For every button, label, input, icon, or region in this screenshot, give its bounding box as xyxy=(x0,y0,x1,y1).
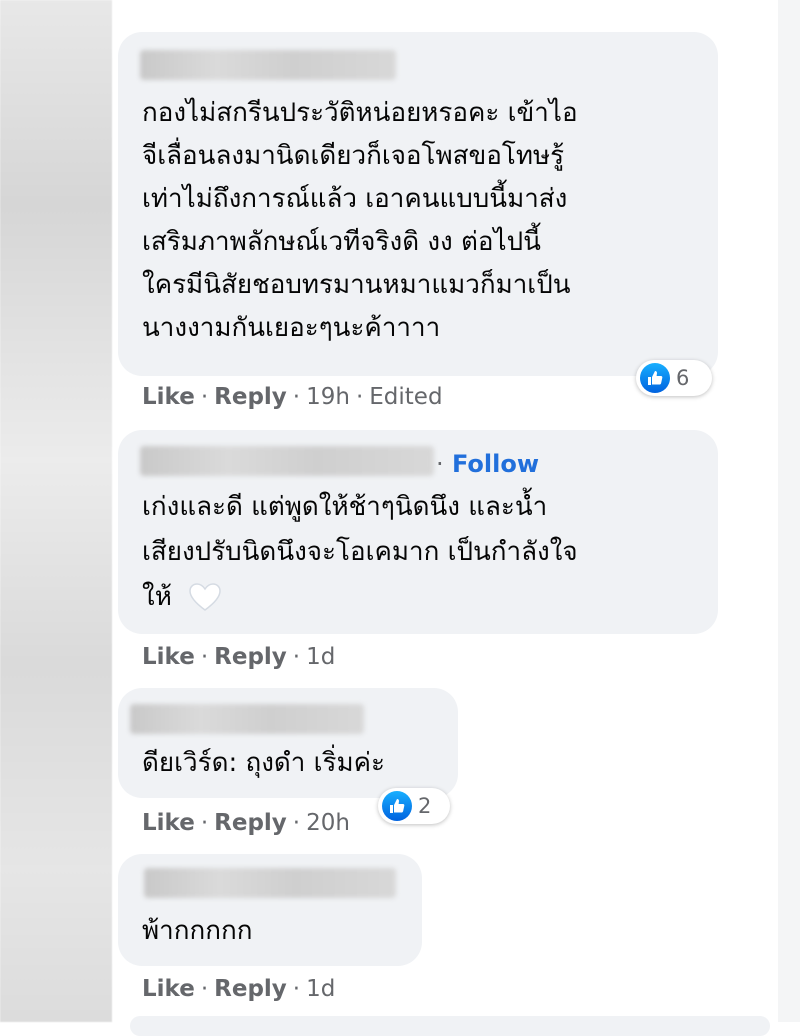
comment-text-line: เท่าไม่ถึงการณ์แล้ว เอาคนแบบนี้มาส่ง xyxy=(142,184,568,214)
reply-button[interactable]: Reply xyxy=(214,976,287,1002)
reaction-count: 6 xyxy=(676,366,690,390)
timestamp[interactable]: 20h xyxy=(306,810,350,836)
timestamp[interactable]: 1d xyxy=(306,644,335,670)
commenter-name-redacted[interactable] xyxy=(144,868,396,898)
comment-text-line: ดียเวิร์ด: ถุงดำ เริ่มค่ะ xyxy=(142,748,386,778)
blurred-avatar-column xyxy=(0,0,112,1022)
commenter-name-redacted[interactable] xyxy=(130,704,364,734)
comment-text-line: ให้ xyxy=(142,582,172,612)
reply-button[interactable]: Reply xyxy=(214,384,287,410)
comment-text-line: เสียงปรับนิดนึงจะโอเคมาก เป็นกำลังใจ xyxy=(142,537,578,567)
reply-button[interactable]: Reply xyxy=(214,810,287,836)
comment-bubble-3: ดียเวิร์ด: ถุงดำ เริ่มค่ะ xyxy=(118,688,458,798)
comment-text-line: เสริมภาพลักษณ์เวทีจริงดิ งง ต่อไปนี้ xyxy=(142,227,541,257)
reaction-count-badge[interactable]: 2 xyxy=(378,788,450,824)
like-thumb-icon xyxy=(640,363,670,393)
like-button[interactable]: Like xyxy=(142,976,195,1002)
timestamp[interactable]: 1d xyxy=(306,976,335,1002)
next-comment-bubble-partial xyxy=(130,1016,770,1036)
comment-text-line: จีเลื่อนลงมานิดเดียวก็เจอโพสขอโทษรู้ xyxy=(142,141,565,171)
comment-text-line: เก่งและดี แต่พูดให้ช้าๆนิดนึง และน้ำ xyxy=(142,492,548,522)
comment-text-line: นางงามกันเยอะๆนะค้าาาา xyxy=(142,313,441,343)
like-button[interactable]: Like xyxy=(142,644,195,670)
follow-label: Follow xyxy=(452,450,540,478)
follow-button[interactable]: · Follow xyxy=(436,450,539,478)
reaction-count-badge[interactable]: 6 xyxy=(636,360,712,396)
comment-bubble-4: พ้ากกกกก xyxy=(118,854,422,966)
comment-text-line: พ้ากกกกก xyxy=(142,916,253,946)
like-thumb-icon xyxy=(382,791,412,821)
commenter-name-redacted[interactable] xyxy=(140,50,396,80)
comment-bubble-1: กองไม่สกรีนประวัติหน่อยหรอคะ เข้าไอ จีเล… xyxy=(118,32,718,376)
reaction-count: 2 xyxy=(418,794,432,818)
comment-bubble-2: · Follow เก่งและดี แต่พูดให้ช้าๆนิดนึง แ… xyxy=(118,430,718,634)
comment-actions: Like · Reply · 19h · Edited xyxy=(142,384,443,410)
comment-actions: Like · Reply · 20h xyxy=(142,810,350,836)
right-edge xyxy=(778,0,800,1022)
commenter-name-redacted[interactable] xyxy=(140,446,434,476)
timestamp[interactable]: 19h xyxy=(306,384,350,410)
comment-actions: Like · Reply · 1d xyxy=(142,976,336,1002)
white-heart-emoji-icon xyxy=(188,582,222,616)
like-button[interactable]: Like xyxy=(142,384,195,410)
comment-text-line: ใครมีนิสัยชอบทรมานหมาแมวก็มาเป็น xyxy=(142,270,571,300)
comment-text-line: กองไม่สกรีนประวัติหน่อยหรอคะ เข้าไอ xyxy=(142,98,578,128)
comment-actions: Like · Reply · 1d xyxy=(142,644,336,670)
reply-button[interactable]: Reply xyxy=(214,644,287,670)
edited-label[interactable]: Edited xyxy=(369,384,442,410)
like-button[interactable]: Like xyxy=(142,810,195,836)
